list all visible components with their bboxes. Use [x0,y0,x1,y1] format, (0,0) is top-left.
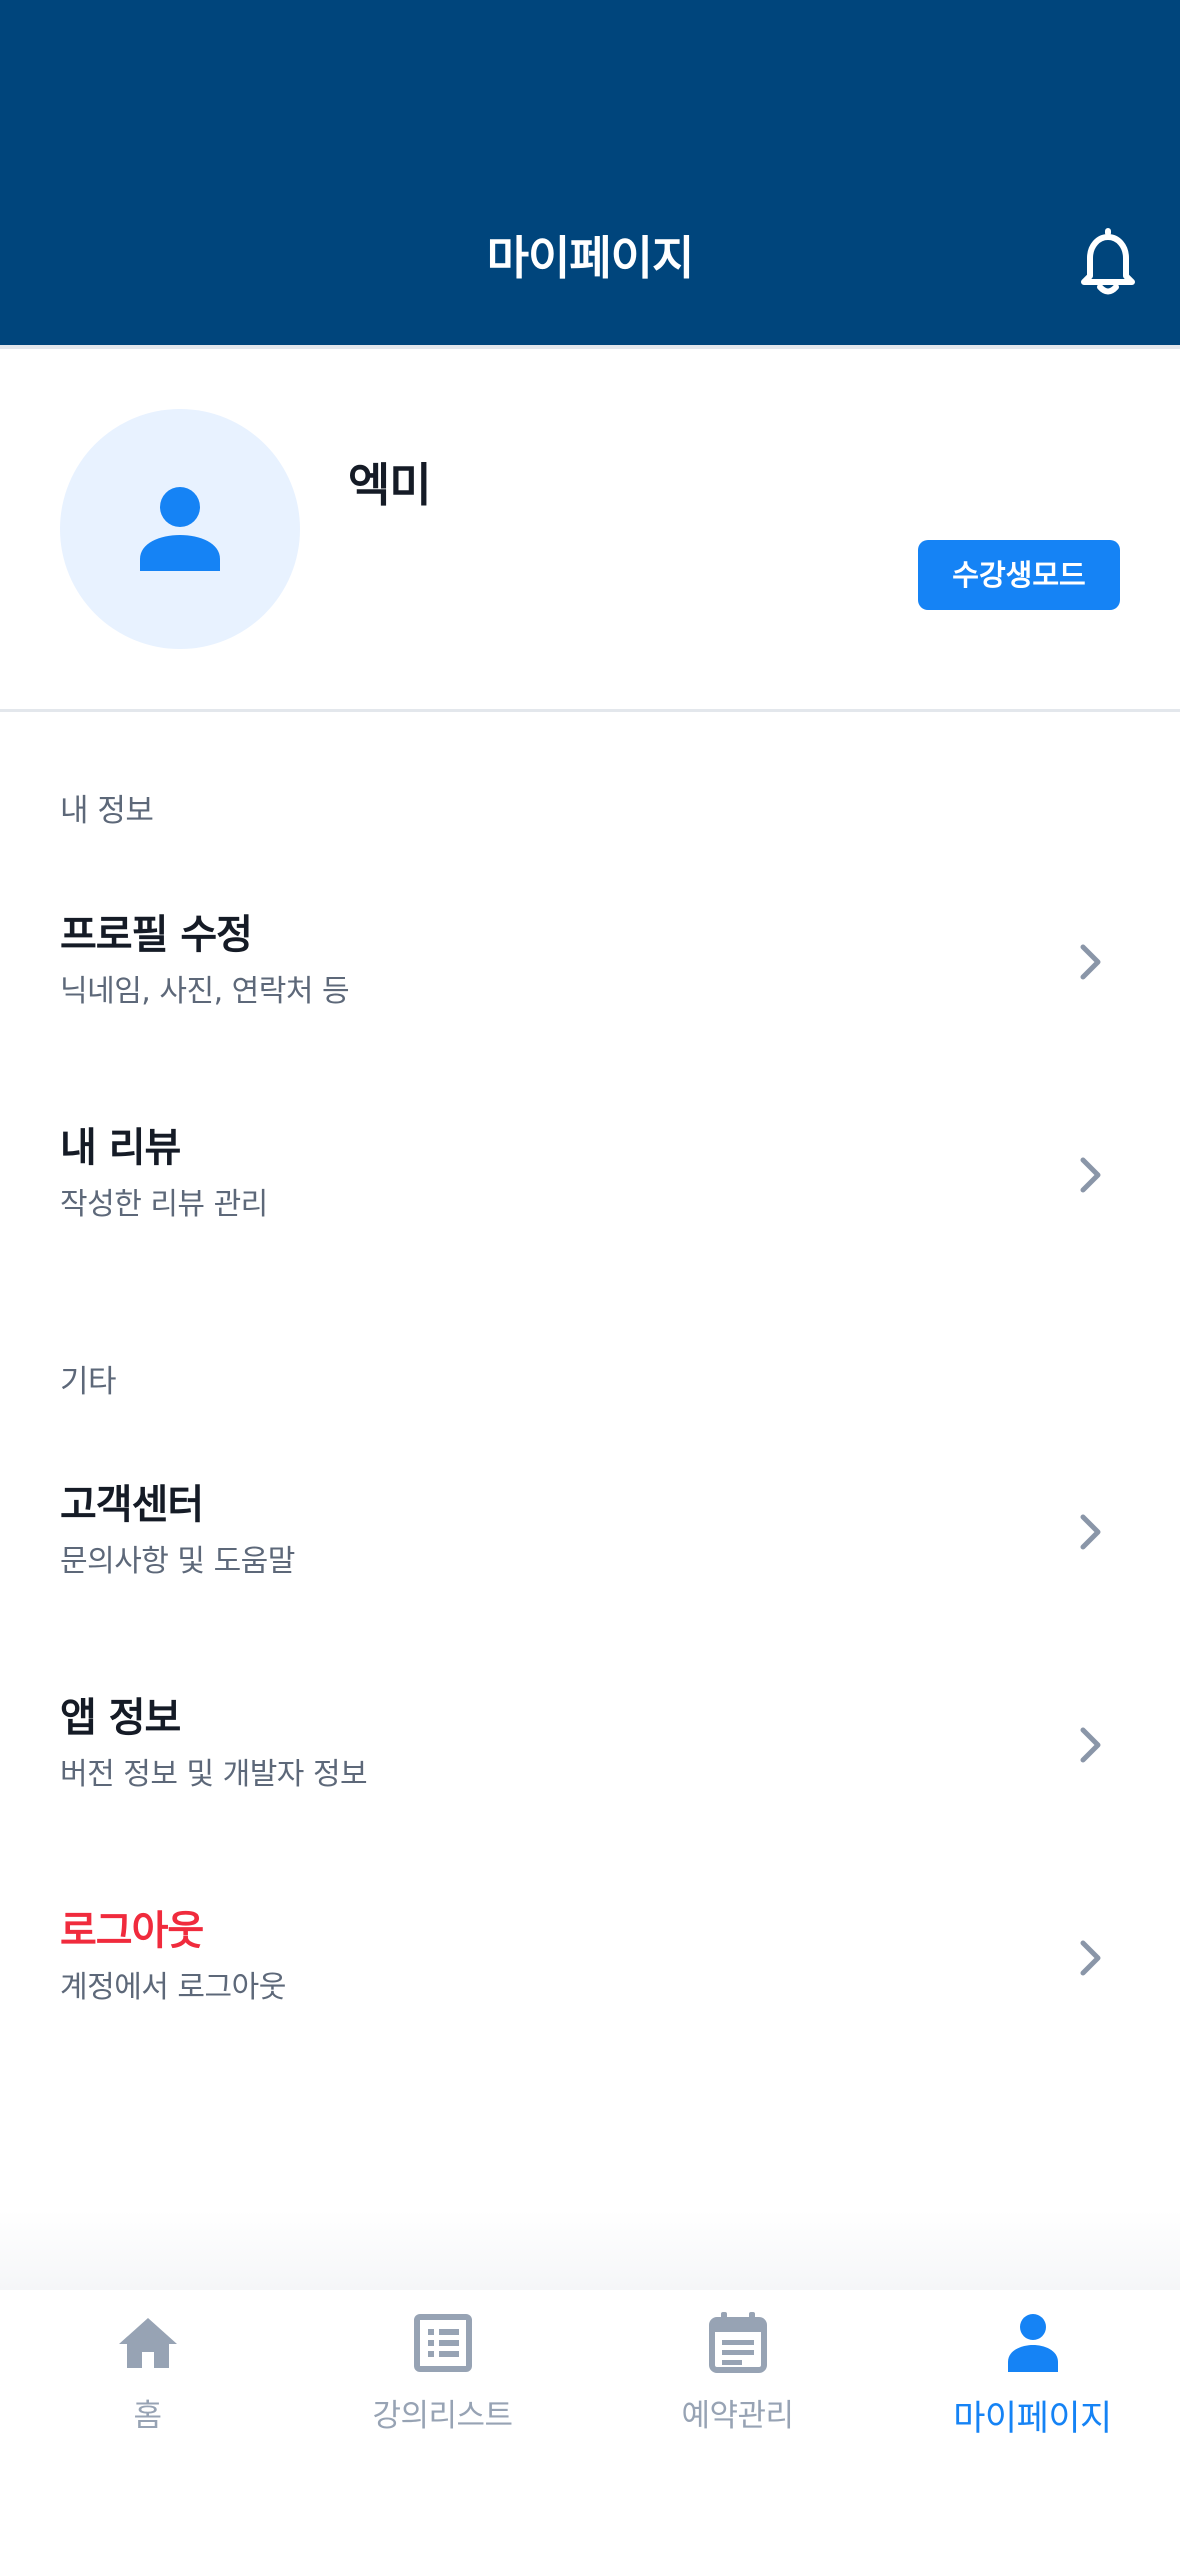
tab-home[interactable]: 홈 [0,2310,295,2460]
tab-my-page[interactable]: 마이페이지 [885,2310,1180,2460]
menu-item-app-info[interactable]: 앱 정보 버전 정보 및 개발자 정보 [0,1645,1180,1845]
scroll-fade [0,2210,1180,2290]
student-mode-button[interactable]: 수강생모드 [918,540,1120,610]
tab-lecture-list[interactable]: 강의리스트 [295,2310,590,2460]
profile-divider [0,709,1180,712]
menu-item-my-reviews[interactable]: 내 리뷰 작성한 리뷰 관리 [0,1075,1180,1275]
chevron-right-icon [1080,1727,1101,1763]
tab-label: 예약관리 [681,2398,794,2434]
app-header: 마이페이지 [0,0,1180,345]
list-icon [413,2314,472,2372]
avatar[interactable] [60,409,300,649]
menu-item-subtitle: 작성한 리뷰 관리 [60,1187,268,1222]
person-icon [1007,2314,1058,2372]
person-icon [140,487,220,571]
menu-item-logout[interactable]: 로그아웃 계정에서 로그아웃 [0,1858,1180,2058]
calendar-icon [708,2312,767,2373]
menu-item-customer-center[interactable]: 고객센터 문의사항 및 도움말 [0,1432,1180,1632]
menu-item-title: 내 리뷰 [60,1125,181,1171]
tab-label: 홈 [133,2398,162,2434]
menu-item-subtitle: 문의사항 및 도움말 [60,1544,295,1579]
menu-item-title: 고객센터 [60,1482,204,1528]
bell-icon[interactable] [1078,226,1138,296]
tab-label: 마이페이지 [953,2399,1112,2439]
menu-item-subtitle: 계정에서 로그아웃 [60,1970,286,2005]
tab-reservations[interactable]: 예약관리 [590,2310,885,2460]
menu-item-subtitle: 닉네임, 사진, 연락처 등 [60,974,350,1009]
home-icon [118,2318,177,2368]
chevron-right-icon [1080,1157,1101,1193]
chevron-right-icon [1080,944,1101,980]
chevron-right-icon [1080,1940,1101,1976]
menu-item-edit-profile[interactable]: 프로필 수정 닉네임, 사진, 연락처 등 [0,862,1180,1062]
bottom-tab-bar: 홈 강의리스트 예약관리 마이페이지 [0,2290,1180,2558]
tab-label: 강의리스트 [372,2398,513,2434]
section-label-etc: 기타 [60,1364,117,1400]
profile-card: 엑미 수강생모드 [0,349,1180,709]
page-title: 마이페이지 [486,231,695,285]
menu-item-title: 로그아웃 [60,1908,204,1954]
menu-item-title: 프로필 수정 [60,912,253,958]
menu-item-subtitle: 버전 정보 및 개발자 정보 [60,1757,368,1792]
menu-item-title: 앱 정보 [60,1695,181,1741]
section-label-my-info: 내 정보 [60,793,154,829]
chevron-right-icon [1080,1514,1101,1550]
profile-name: 엑미 [348,458,432,512]
